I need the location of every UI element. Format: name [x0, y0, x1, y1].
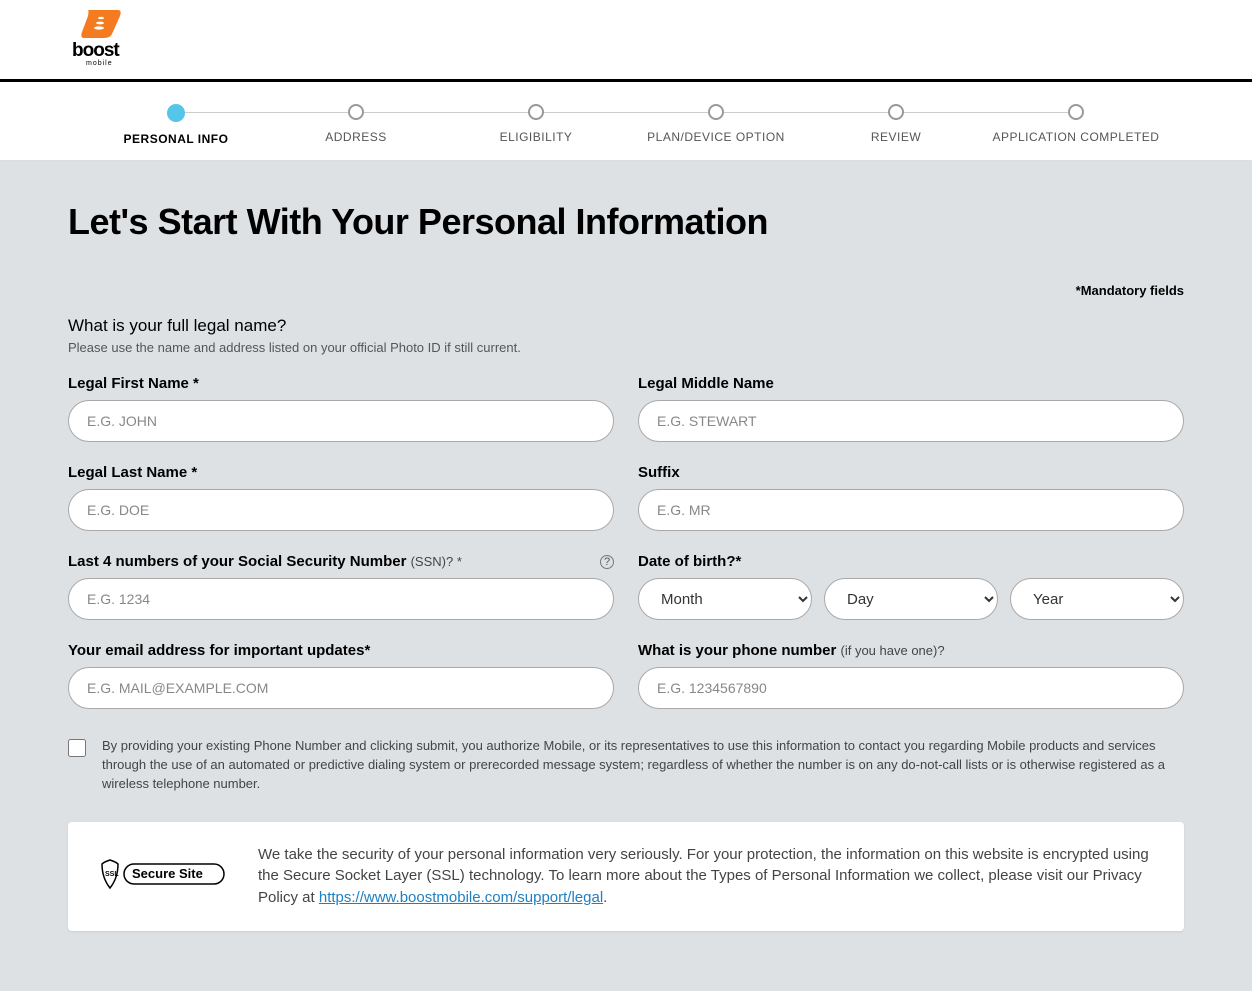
suffix-input[interactable] [638, 489, 1184, 531]
svg-text:mobile: mobile [86, 60, 113, 67]
step-dot [1068, 104, 1084, 120]
step-label: REVIEW [871, 130, 921, 144]
step-dot [348, 104, 364, 120]
step-dot [708, 104, 724, 120]
step-eligibility: ELIGIBILITY [446, 104, 626, 144]
step-dot [888, 104, 904, 120]
ssn-label: Last 4 numbers of your Social Security N… [68, 553, 614, 570]
step-plan-device-option: PLAN/DEVICE OPTION [626, 104, 806, 144]
step-dot [528, 104, 544, 120]
mandatory-note: *Mandatory fields [68, 283, 1184, 298]
page-title: Let's Start With Your Personal Informati… [68, 201, 1184, 243]
svg-text:boost: boost [72, 40, 120, 61]
step-address: ADDRESS [266, 104, 446, 144]
site-header: boost mobile [0, 0, 1252, 82]
first-name-label: Legal First Name * [68, 375, 614, 392]
ssl-secure-icon: SSL Secure Site [98, 854, 230, 899]
consent-text: By providing your existing Phone Number … [102, 737, 1184, 794]
svg-text:SSL: SSL [105, 871, 119, 878]
name-question: What is your full legal name? [68, 316, 1184, 336]
last-name-input[interactable] [68, 489, 614, 531]
privacy-link[interactable]: https://www.boostmobile.com/support/lega… [319, 889, 603, 906]
phone-label: What is your phone number (if you have o… [638, 642, 1184, 659]
last-name-label: Legal Last Name * [68, 464, 614, 481]
dob-month-select[interactable]: Month [638, 578, 812, 620]
step-dot [167, 104, 185, 122]
step-review: REVIEW [806, 104, 986, 144]
svg-text:Secure Site: Secure Site [132, 866, 203, 881]
step-label: APPLICATION COMPLETED [993, 130, 1160, 144]
email-input[interactable] [68, 667, 614, 709]
middle-name-label: Legal Middle Name [638, 375, 1184, 392]
security-notice: SSL Secure Site We take the security of … [68, 822, 1184, 931]
step-label: PLAN/DEVICE OPTION [647, 130, 785, 144]
step-personal-info: PERSONAL INFO [86, 104, 266, 146]
middle-name-input[interactable] [638, 400, 1184, 442]
progress-stepper: PERSONAL INFO ADDRESS ELIGIBILITY PLAN/DEVI… [0, 82, 1252, 161]
security-text: We take the security of your personal in… [258, 844, 1154, 909]
phone-input[interactable] [638, 667, 1184, 709]
dob-year-select[interactable]: Year [1010, 578, 1184, 620]
ssn-input[interactable] [68, 578, 614, 620]
email-label: Your email address for important updates… [68, 642, 614, 659]
dob-day-select[interactable]: Day [824, 578, 998, 620]
name-hint: Please use the name and address listed o… [68, 340, 1184, 355]
consent-checkbox[interactable] [68, 739, 86, 757]
step-label: ADDRESS [325, 130, 387, 144]
suffix-label: Suffix [638, 464, 1184, 481]
dob-label: Date of birth?* [638, 553, 1184, 570]
step-application-completed: APPLICATION COMPLETED [986, 104, 1166, 144]
first-name-input[interactable] [68, 400, 614, 442]
step-label: PERSONAL INFO [124, 132, 229, 146]
step-label: ELIGIBILITY [500, 130, 573, 144]
boost-logo: boost mobile [70, 8, 132, 73]
help-icon[interactable]: ? [600, 555, 614, 569]
